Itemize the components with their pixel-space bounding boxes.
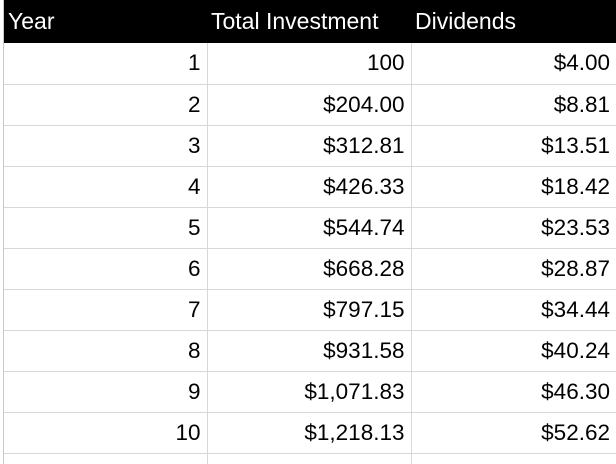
- header-cell-year[interactable]: Year: [4, 0, 207, 43]
- cell-dividends[interactable]: $52.62: [411, 412, 616, 454]
- cell-year[interactable]: 9: [4, 371, 208, 413]
- cell-total-investment[interactable]: $1,071.83: [207, 371, 412, 413]
- cell-year[interactable]: 7: [4, 289, 208, 331]
- cell-dividends[interactable]: $13.51: [411, 125, 616, 167]
- cell-dividends[interactable]: $28.87: [411, 248, 616, 290]
- cell-total-investment[interactable]: $204.00: [207, 84, 412, 126]
- table-row: 1 100 $4.00: [4, 43, 616, 85]
- cell-year[interactable]: 6: [4, 248, 208, 290]
- table-row: 6 $668.28 $28.87: [4, 248, 616, 290]
- table-row: 8 $931.58 $40.24: [4, 330, 616, 372]
- cell-year[interactable]: 1: [4, 43, 208, 85]
- cell-total-investment[interactable]: $668.28: [207, 248, 412, 290]
- cell-year[interactable]: 10: [4, 412, 208, 454]
- cell-total-investment[interactable]: $1,218.13: [207, 412, 412, 454]
- table-row: 7 $797.15 $34.44: [4, 289, 616, 331]
- cell-year[interactable]: 2: [4, 84, 208, 126]
- table-row: 4 $426.33 $18.42: [4, 166, 616, 208]
- cell-dividends[interactable]: $23.53: [411, 207, 616, 249]
- empty-cell[interactable]: [411, 453, 616, 464]
- table-row: 10 $1,218.13 $52.62: [4, 412, 616, 454]
- cell-dividends[interactable]: $40.24: [411, 330, 616, 372]
- table-row: 5 $544.74 $23.53: [4, 207, 616, 249]
- header-cell-total-investment[interactable]: Total Investment: [207, 0, 411, 43]
- cell-year[interactable]: 8: [4, 330, 208, 372]
- cell-total-investment[interactable]: 100: [207, 43, 412, 85]
- cell-year[interactable]: 3: [4, 125, 208, 167]
- cell-dividends[interactable]: $4.00: [411, 43, 616, 85]
- empty-cell[interactable]: [207, 453, 412, 464]
- cell-dividends[interactable]: $34.44: [411, 289, 616, 331]
- cell-dividends[interactable]: $46.30: [411, 371, 616, 413]
- cell-total-investment[interactable]: $426.33: [207, 166, 412, 208]
- cell-dividends[interactable]: $8.81: [411, 84, 616, 126]
- spreadsheet: Year Total Investment Dividends 1 100 $4…: [4, 0, 616, 464]
- cell-total-investment[interactable]: $931.58: [207, 330, 412, 372]
- table-row: 2 $204.00 $8.81: [4, 84, 616, 126]
- cell-total-investment[interactable]: $544.74: [207, 207, 412, 249]
- cell-dividends[interactable]: $18.42: [411, 166, 616, 208]
- empty-row: [4, 453, 616, 464]
- empty-cell[interactable]: [4, 453, 208, 464]
- cell-year[interactable]: 4: [4, 166, 208, 208]
- header-cell-dividends[interactable]: Dividends: [411, 0, 616, 43]
- cell-total-investment[interactable]: $797.15: [207, 289, 412, 331]
- cell-year[interactable]: 5: [4, 207, 208, 249]
- header-row: Year Total Investment Dividends: [4, 0, 616, 43]
- cell-total-investment[interactable]: $312.81: [207, 125, 412, 167]
- table-row: 9 $1,071.83 $46.30: [4, 371, 616, 413]
- investment-table: Year Total Investment Dividends 1 100 $4…: [4, 0, 616, 464]
- table-row: 3 $312.81 $13.51: [4, 125, 616, 167]
